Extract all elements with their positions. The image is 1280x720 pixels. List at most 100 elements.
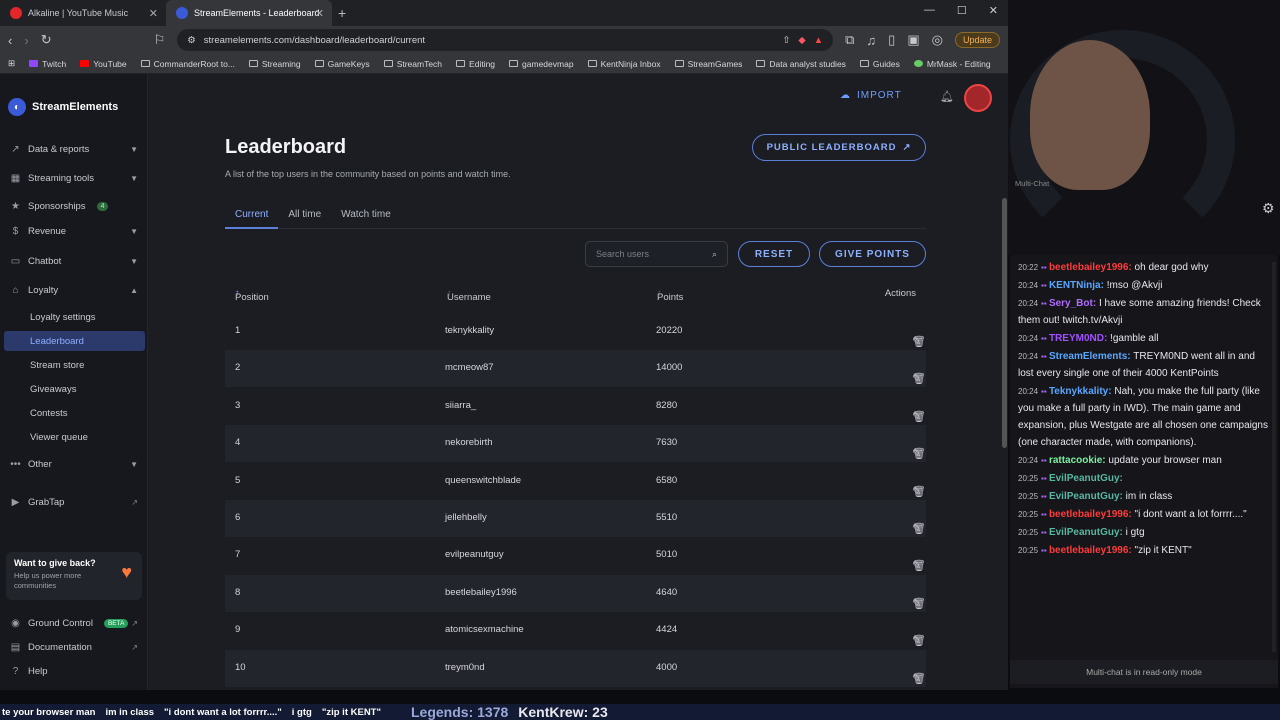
table-row: 9 atomicsexmachine 4424 ✎ 🗑︎ — [225, 612, 926, 649]
bookmark-item[interactable]: Editing — [456, 59, 495, 69]
trash-icon[interactable]: 🗑︎ — [912, 335, 926, 348]
maximize-icon[interactable]: ☐ — [957, 4, 967, 17]
extensions-icon[interactable]: ⧉ — [845, 32, 854, 48]
bookmark-item[interactable]: StreamTech — [383, 59, 442, 69]
reset-button[interactable]: RESET — [738, 241, 810, 267]
chat-text: i gtg — [1122, 527, 1145, 538]
new-tab-icon[interactable]: + — [338, 5, 346, 21]
site-info-icon[interactable]: ⚙ — [187, 35, 196, 46]
tab-youtube-music[interactable]: Alkaline | YouTube Music ✕ — [0, 0, 166, 26]
sidebar-item-loyalty[interactable]: ⌂ Loyalty ▲ — [0, 280, 148, 300]
public-leaderboard-button[interactable]: PUBLIC LEADERBOARD ↗ — [752, 134, 926, 161]
bookmark-item[interactable]: Data analyst studies — [756, 59, 846, 69]
tab-all-time[interactable]: All time — [278, 206, 331, 229]
gear-icon[interactable]: ⚙ — [1262, 200, 1275, 217]
share-icon[interactable]: ⇧ — [782, 35, 790, 46]
chat-username[interactable]: Sery_Bot: — [1049, 298, 1096, 309]
chat-username[interactable]: beetlebailey1996: — [1049, 509, 1132, 520]
give-points-button[interactable]: GIVE POINTS — [819, 241, 926, 267]
trash-icon[interactable]: 🗑︎ — [912, 597, 926, 610]
bell-icon[interactable]: 🔔︎ — [940, 90, 954, 103]
sidebar-item-data-reports[interactable]: ↗ Data & reports ▼ — [0, 139, 148, 159]
avatar[interactable] — [964, 84, 992, 112]
sidebar-item-other[interactable]: ••• Other ▼ — [0, 454, 148, 474]
sidebar-item-ground-control[interactable]: ◉ Ground Control BETA ↗ — [0, 613, 148, 633]
url-field[interactable]: ⚙ streamelements.com/dashboard/leaderboa… — [177, 29, 834, 51]
cell-points: 5010 — [656, 549, 678, 561]
brave-rewards-icon[interactable]: ▲ — [814, 35, 823, 46]
apps-icon[interactable]: ⊞ — [8, 58, 15, 69]
bookmark-icon[interactable]: ⚐ — [154, 32, 166, 48]
media-icon[interactable]: ♫ — [866, 33, 876, 48]
column-username[interactable]: Username ↑ — [447, 288, 491, 303]
sidebar-item-grabtap[interactable]: ▶ GrabTap ↗ — [0, 492, 148, 512]
chat-message: 20:24 ▪▪ Teknykkality: Nah, you make the … — [1018, 383, 1270, 451]
sidebar-item-revenue[interactable]: $ Revenue ▼ — [0, 221, 148, 241]
chat-username[interactable]: EvilPeanutGuy: — [1049, 473, 1123, 484]
sidebar-label: Revenue — [28, 225, 67, 237]
chat-username[interactable]: beetlebailey1996: — [1049, 545, 1132, 556]
close-window-icon[interactable]: ✕ — [989, 4, 998, 17]
give-back-card[interactable]: Want to give back? Help us power more co… — [6, 552, 142, 600]
external-link-icon: ↗ — [131, 618, 138, 628]
chat-username[interactable]: KENTNinja: — [1049, 280, 1104, 291]
sidebar-icon[interactable]: ▯ — [888, 32, 895, 48]
sidebar-item-loyalty-settings[interactable]: Loyalty settings — [30, 307, 95, 327]
bookmark-item[interactable]: StreamGames — [674, 59, 742, 69]
sidebar-item-help[interactable]: ? Help — [0, 661, 148, 681]
sidebar-item-streaming-tools[interactable]: ▦ Streaming tools ▼ — [0, 168, 148, 188]
chat-username[interactable]: rattacookie: — [1049, 455, 1106, 466]
search-input[interactable]: Search users ⌕ — [585, 241, 728, 267]
bookmark-item[interactable]: GameKeys — [314, 59, 370, 69]
trash-icon[interactable]: 🗑︎ — [912, 634, 926, 647]
bookmark-item[interactable]: Guides — [859, 59, 900, 69]
reload-icon[interactable]: ↻ — [41, 32, 52, 48]
back-icon[interactable]: ‹ — [8, 33, 12, 48]
trash-icon[interactable]: 🗑︎ — [912, 410, 926, 423]
bookmark-item[interactable]: Streaming — [248, 59, 301, 69]
chat-username[interactable]: StreamElements: — [1049, 351, 1131, 362]
sidebar-item-sponsorships[interactable]: ★ Sponsorships 4 — [0, 196, 148, 216]
sidebar-item-giveaways[interactable]: Giveaways — [30, 379, 76, 399]
column-points[interactable]: Points ↑ — [657, 288, 683, 303]
trash-icon[interactable]: 🗑︎ — [912, 485, 926, 498]
vpn-icon[interactable]: ◎ — [932, 32, 943, 48]
sidebar-item-leaderboard[interactable]: Leaderboard — [4, 331, 145, 351]
bookmark-item[interactable]: Twitch — [29, 59, 66, 69]
column-position[interactable]: Position ↑ — [235, 288, 269, 303]
sidebar-item-documentation[interactable]: ▤ Documentation ↗ — [0, 637, 148, 657]
chat-username[interactable]: EvilPeanutGuy: — [1049, 491, 1123, 502]
update-button[interactable]: Update — [954, 32, 1000, 48]
chat-scrollbar[interactable] — [1272, 262, 1276, 652]
wallet-icon[interactable]: ▣ — [907, 32, 919, 48]
close-icon[interactable]: ✕ — [315, 7, 324, 20]
sidebar-item-viewer-queue[interactable]: Viewer queue — [30, 427, 88, 447]
trash-icon[interactable]: 🗑︎ — [912, 447, 926, 460]
bookmark-item[interactable]: CommanderRoot to... — [140, 59, 235, 69]
brave-shield-icon[interactable]: ◆ — [798, 35, 805, 46]
trash-icon[interactable]: 🗑︎ — [912, 559, 926, 572]
close-icon[interactable]: ✕ — [149, 7, 158, 20]
brand-logo[interactable]: ◐ StreamElements — [0, 74, 147, 116]
tab-current[interactable]: Current — [225, 206, 279, 229]
trash-icon[interactable]: 🗑︎ — [912, 672, 926, 685]
tab-watch-time[interactable]: Watch time — [331, 206, 401, 229]
sidebar-item-contests[interactable]: Contests — [30, 403, 68, 423]
forward-icon[interactable]: › — [24, 33, 28, 48]
bookmark-item[interactable]: MrMask - Editing — [913, 59, 991, 69]
chat-username[interactable]: Teknykkality: — [1049, 386, 1112, 397]
page-scrollbar[interactable] — [1002, 198, 1007, 448]
bookmark-item[interactable]: gamedevmap — [509, 59, 574, 69]
trash-icon[interactable]: 🗑︎ — [912, 372, 926, 385]
chat-username[interactable]: TREYM0ND: — [1049, 333, 1107, 344]
trash-icon[interactable]: 🗑︎ — [912, 522, 926, 535]
tab-streamelements[interactable]: StreamElements - Leaderboard ✕ — [166, 0, 332, 26]
sidebar-item-stream-store[interactable]: Stream store — [30, 355, 84, 375]
sidebar-item-chatbot[interactable]: ▭ Chatbot ▼ — [0, 251, 148, 271]
minimize-icon[interactable]: — — [924, 4, 935, 17]
import-button[interactable]: ☁ IMPORT — [840, 90, 902, 101]
bookmark-item[interactable]: KentNinja Inbox — [587, 59, 661, 69]
chat-username[interactable]: EvilPeanutGuy: — [1049, 527, 1123, 538]
chat-username[interactable]: beetlebailey1996: — [1049, 262, 1132, 273]
bookmark-item[interactable]: YouTube — [80, 59, 127, 69]
